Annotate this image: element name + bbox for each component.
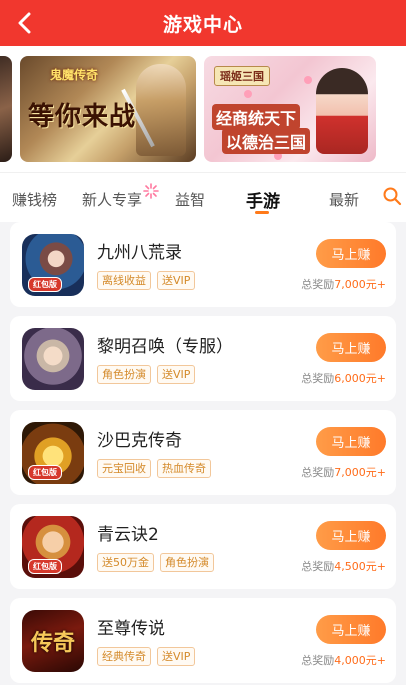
tag-group: 元宝回收 热血传奇 [97,459,211,478]
reward-label: 总奖励 [301,560,335,573]
banner-character-figure [316,68,368,154]
chevron-left-icon [18,12,31,34]
earn-now-button[interactable]: 马上赚 [316,239,386,268]
active-tab-indicator [255,211,269,214]
banner-slogan-line1: 经商统天下 [212,104,301,130]
banner-slogan: 等你来战 [28,102,137,132]
tab-mobile-games[interactable]: 手游 [246,187,280,212]
banner-logo: 鬼魔传奇 [50,68,99,82]
game-icon: 红包版 [22,422,84,484]
tag-group: 角色扮演 送VIP [97,365,196,384]
tag-group: 离线收益 送VIP [97,271,196,290]
game-icon: 传奇 [22,610,84,672]
game-title: 九州八荒录 [97,243,182,263]
banner-game-legend[interactable]: 鬼魔传奇 等你来战 [20,56,196,162]
tag: 送50万金 [97,553,154,572]
total-reward: 总奖励6,000元+ [301,370,386,386]
tag: 热血传奇 [157,459,211,478]
game-card[interactable]: 红包版 九州八荒录 离线收益 送VIP 马上赚 总奖励7,000元+ [10,222,396,307]
game-title: 青云诀2 [97,525,159,545]
reward-label: 总奖励 [301,466,335,479]
game-title: 沙巴克传奇 [97,431,182,451]
total-reward: 总奖励7,000元+ [301,276,386,292]
banner-carousel[interactable]: 鬼魔传奇 等你来战 瑶姬三国 经商统天下 以德治三国 [0,46,406,172]
tag: 经典传奇 [97,647,151,666]
top-bar: 游戏中心 [0,0,406,46]
reward-label: 总奖励 [301,278,335,291]
tab-earning-rank[interactable]: 赚钱榜 [12,189,57,210]
reward-amount: 4,500元+ [334,560,386,573]
game-icon: 红包版 [22,516,84,578]
tag: 送VIP [157,647,196,666]
banner-slogan-line2: 以德治三国 [222,128,311,154]
reward-amount: 7,000元+ [334,278,386,291]
search-icon[interactable] [382,186,402,206]
game-icon [22,328,84,390]
tag: 角色扮演 [97,365,151,384]
tag-group: 经典传奇 送VIP [97,647,196,666]
game-card[interactable]: 红包版 沙巴克传奇 元宝回收 热血传奇 马上赚 总奖励7,000元+ [10,410,396,495]
banner-logo: 瑶姬三国 [214,66,270,86]
page-title: 游戏中心 [162,13,243,36]
tag: 送VIP [157,271,196,290]
reward-label: 总奖励 [301,654,335,667]
game-card[interactable]: 红包版 青云诀2 送50万金 角色扮演 马上赚 总奖励4,500元+ [10,504,396,589]
category-tabs: 赚钱榜 新人专享 益智 手游 最新 [0,172,406,222]
earn-now-button[interactable]: 马上赚 [316,615,386,644]
icon-badge: 红包版 [28,465,62,480]
game-card[interactable]: 黎明召唤（专服） 角色扮演 送VIP 马上赚 总奖励6,000元+ [10,316,396,401]
tag: 角色扮演 [160,553,214,572]
icon-badge: 红包版 [28,277,62,292]
banner-partial-left[interactable] [0,56,12,162]
reward-label: 总奖励 [301,372,335,385]
tab-newcomer[interactable]: 新人专享 [82,189,142,210]
game-icon: 红包版 [22,234,84,296]
game-card[interactable]: 传奇 至尊传说 经典传奇 送VIP 马上赚 总奖励4,000元+ [10,598,396,683]
reward-amount: 6,000元+ [334,372,386,385]
tag: 送VIP [157,365,196,384]
icon-badge: 红包版 [28,559,62,574]
earn-now-button[interactable]: 马上赚 [316,333,386,362]
game-title: 至尊传说 [97,619,165,639]
reward-amount: 4,000元+ [334,654,386,667]
total-reward: 总奖励7,000元+ [301,464,386,480]
banner-hero-figure [136,64,186,156]
petal-decoration [304,76,312,84]
earn-now-button[interactable]: 马上赚 [316,521,386,550]
total-reward: 总奖励4,000元+ [301,652,386,668]
icon-glyph: 传奇 [30,630,75,656]
banner-game-three-kingdoms[interactable]: 瑶姬三国 经商统天下 以德治三国 [204,56,376,162]
reward-amount: 7,000元+ [334,466,386,479]
tag: 离线收益 [97,271,151,290]
tab-puzzle[interactable]: 益智 [175,189,205,210]
total-reward: 总奖励4,500元+ [301,558,386,574]
petal-decoration [244,90,252,98]
tab-latest[interactable]: 最新 [329,189,359,210]
tag: 元宝回收 [97,459,151,478]
tag-group: 送50万金 角色扮演 [97,553,214,572]
earn-now-button[interactable]: 马上赚 [316,427,386,456]
back-button[interactable] [10,9,38,37]
game-title: 黎明召唤（专服） [97,337,233,357]
sparkle-icon [143,183,159,199]
